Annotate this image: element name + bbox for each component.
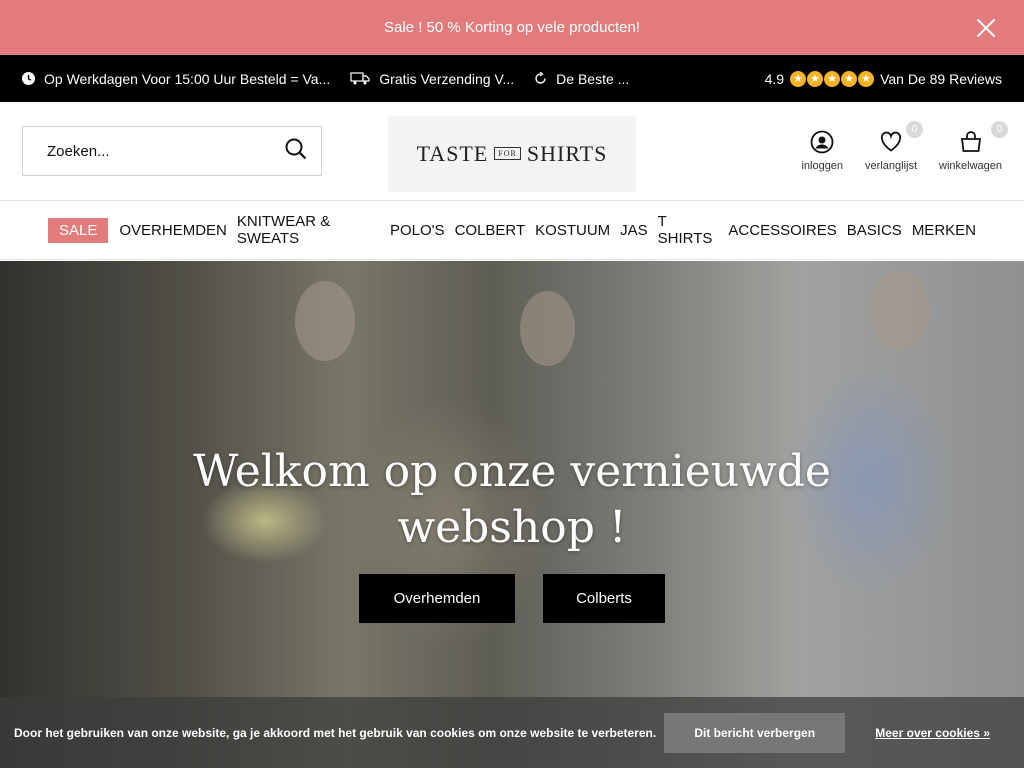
hero-title: Welkom op onze vernieuwde webshop ! [0, 444, 1024, 556]
promo-bar: Sale ! 50 % Korting op vele producten! [0, 0, 1024, 55]
search-icon[interactable] [285, 138, 307, 165]
close-icon[interactable] [976, 18, 996, 38]
usp-item-delivery: Op Werkdagen Voor 15:00 Uur Besteld = Va… [22, 71, 330, 87]
hero-banner: Welkom op onze vernieuwde webshop ! Over… [0, 261, 1024, 768]
wishlist-label: verlanglijst [865, 160, 918, 172]
cookie-bar: Door het gebruiken van onze website, ga … [0, 697, 1024, 768]
star-icon: ★ [807, 70, 824, 87]
nav-item-sale[interactable]: SALE [48, 217, 109, 243]
nav-item-merken[interactable]: MERKEN [912, 218, 976, 243]
star-icon: ★ [841, 70, 858, 87]
wishlist-count-badge: 0 [906, 121, 924, 138]
hero-image-mannequin [870, 271, 930, 351]
shirts-button[interactable]: Overhemden [359, 574, 515, 623]
cookie-info-link[interactable]: Meer over cookies » [875, 726, 990, 740]
usp-text: Op Werkdagen Voor 15:00 Uur Besteld = Va… [44, 70, 331, 87]
header-actions: inloggen 0 verlanglijst 0 winkelwagen [801, 121, 1008, 172]
review-rating[interactable]: 4.9 ★ ★ ★ ★ ★ Van De 89 Reviews [764, 70, 1002, 87]
usp-bar: Op Werkdagen Voor 15:00 Uur Besteld = Va… [0, 55, 1024, 102]
nav-item-overhemden[interactable]: OVERHEMDEN [119, 218, 227, 243]
usp-text: De Beste ... [556, 70, 630, 87]
rating-score: 4.9 [764, 70, 785, 87]
site-logo[interactable]: TASTE FOR SHIRTS [388, 116, 636, 192]
usp-item-quality: De Beste ... [534, 71, 629, 87]
star-icon: ★ [790, 70, 807, 87]
nav-item-tshirts[interactable]: T SHIRTS [658, 209, 719, 251]
logo-word-shirts: SHIRTS [526, 141, 608, 166]
usp-item-shipping: Gratis Verzending V... [350, 71, 514, 87]
logo-word-taste: TASTE [416, 141, 489, 166]
cookie-text: Door het gebruiken van onze website, ga … [14, 725, 657, 740]
shopping-bag-icon [960, 131, 981, 152]
login-link[interactable]: inloggen [801, 130, 843, 172]
search-input[interactable] [47, 142, 285, 160]
main-nav: SALE OVERHEMDEN KNITWEAR & SWEATS POLO'S… [0, 201, 1024, 260]
logo-text: TASTE FOR SHIRTS [417, 141, 608, 167]
reviews-text: Van De 89 Reviews [880, 70, 1002, 87]
hero-image-mannequin [520, 291, 575, 366]
logo-word-for: FOR [494, 147, 521, 160]
login-label: inloggen [801, 160, 844, 172]
refresh-icon [534, 72, 547, 85]
hero-title-line: Welkom op onze vernieuwde [193, 446, 831, 497]
nav-item-kostuum[interactable]: KOSTUUM [535, 218, 610, 243]
usp-text: Gratis Verzending V... [379, 70, 515, 87]
search-box [22, 126, 322, 176]
blazers-button[interactable]: Colberts [543, 574, 665, 623]
promo-text: Sale ! 50 % Korting op vele producten! [384, 19, 640, 36]
nav-item-polos[interactable]: POLO'S [390, 218, 445, 243]
truck-icon [350, 72, 370, 85]
clock-icon [22, 72, 35, 85]
cart-count-badge: 0 [991, 121, 1008, 138]
user-icon [810, 130, 834, 154]
nav-item-basics[interactable]: BASICS [847, 218, 902, 243]
hide-message-button[interactable]: Dit bericht verbergen [664, 712, 846, 753]
cart-label: winkelwagen [939, 160, 1002, 172]
site-header: TASTE FOR SHIRTS inloggen 0 verlanglijst… [0, 102, 1024, 201]
hero-buttons: Overhemden Colberts [0, 574, 1024, 623]
star-icon: ★ [824, 70, 841, 87]
hero-title-line: webshop ! [397, 502, 627, 553]
hero-image-mannequin [295, 281, 355, 361]
nav-item-colbert[interactable]: COLBERT [455, 218, 526, 243]
rating-stars: ★ ★ ★ ★ ★ [790, 70, 875, 87]
heart-icon [880, 131, 902, 152]
nav-item-knitwear[interactable]: KNITWEAR & SWEATS [237, 209, 380, 251]
star-icon: ★ [858, 70, 875, 87]
wishlist-link[interactable]: 0 verlanglijst [865, 121, 924, 172]
nav-item-accessoires[interactable]: ACCESSOIRES [728, 218, 836, 243]
nav-item-jas[interactable]: JAS [620, 218, 648, 243]
cart-link[interactable]: 0 winkelwagen [939, 121, 1008, 172]
